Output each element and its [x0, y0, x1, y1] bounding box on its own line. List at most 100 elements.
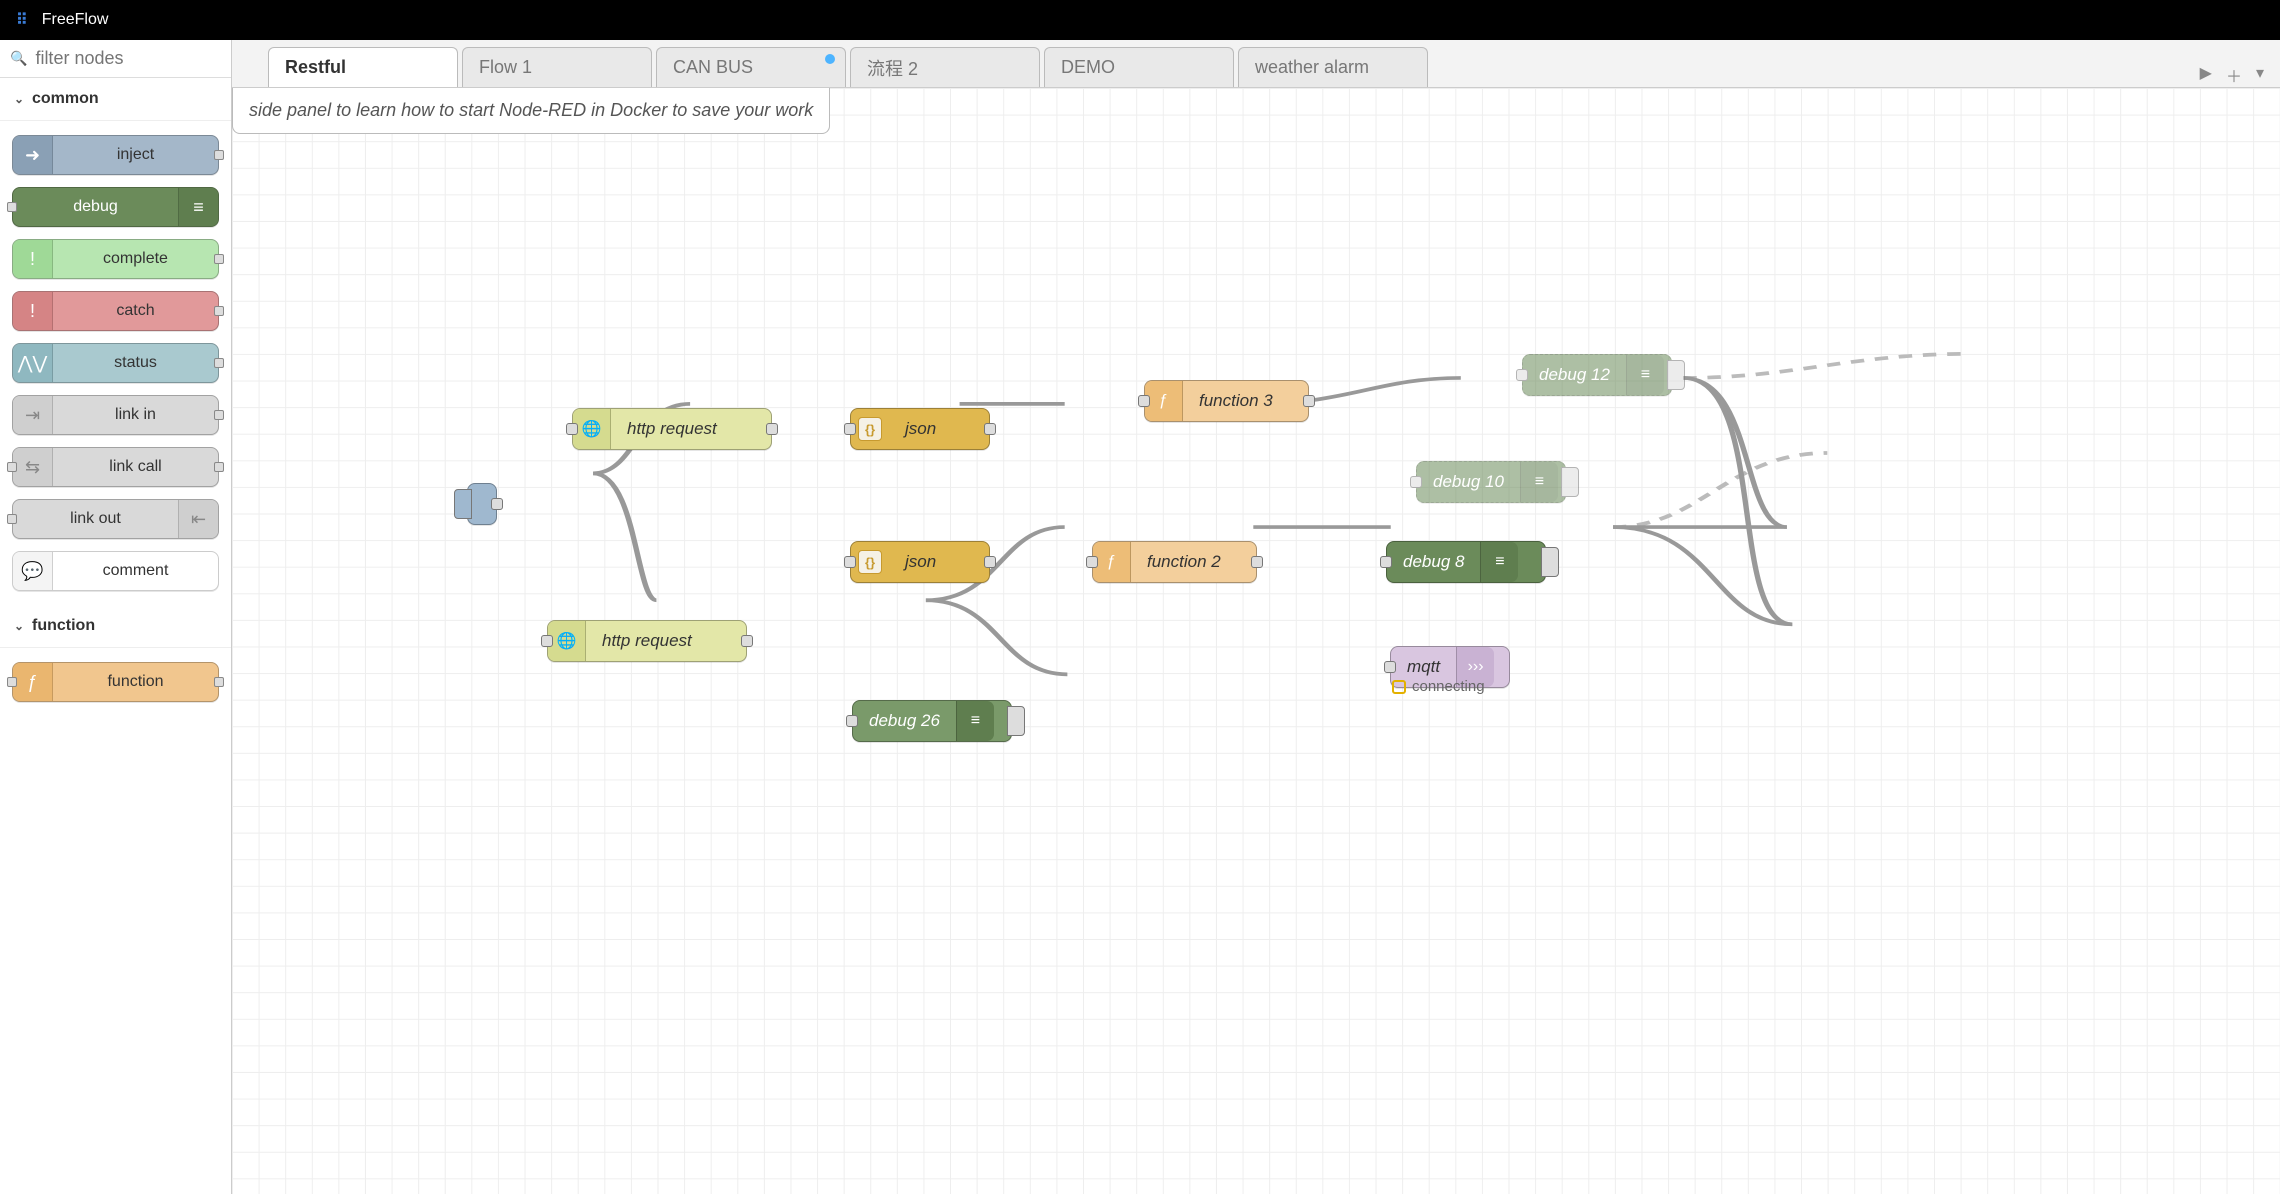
- palette-node-link-call[interactable]: ⇆link call: [12, 447, 219, 487]
- globe-icon: 🌐: [548, 621, 586, 661]
- mqtt-status-text: connecting: [1412, 678, 1485, 695]
- palette-category-common[interactable]: ⌄ common: [0, 78, 231, 121]
- palette-node-catch[interactable]: !catch: [12, 291, 219, 331]
- app-title: FreeFlow: [42, 11, 109, 29]
- flow-node-json2[interactable]: {}json: [850, 541, 990, 583]
- port-in[interactable]: [1086, 556, 1098, 568]
- port-out: [214, 150, 224, 160]
- port-out[interactable]: [984, 556, 996, 568]
- palette-node-complete[interactable]: !complete: [12, 239, 219, 279]
- flow-node-debug26[interactable]: debug 26≡: [852, 700, 1012, 742]
- tab-menu-button[interactable]: ▾: [2256, 63, 2264, 87]
- flow-node-json1[interactable]: {}json: [850, 408, 990, 450]
- port-out[interactable]: [1303, 395, 1315, 407]
- flow-list-button[interactable]: ▶: [2200, 63, 2212, 87]
- port-out[interactable]: [741, 635, 753, 647]
- flow-canvas[interactable]: side panel to learn how to start Node-RE…: [232, 88, 2280, 1194]
- port-out[interactable]: [766, 423, 778, 435]
- palette-node-label: comment: [53, 562, 218, 580]
- debug-toggle-button[interactable]: [1561, 467, 1579, 497]
- tab-weather-alarm[interactable]: weather alarm: [1238, 47, 1428, 87]
- flow-node-label: function 2: [1131, 552, 1237, 572]
- tab-Restful[interactable]: Restful: [268, 47, 458, 87]
- palette-category-function[interactable]: ⌄ function: [0, 605, 231, 648]
- flow-node-http1[interactable]: 🌐http request: [572, 408, 772, 450]
- port-out[interactable]: [984, 423, 996, 435]
- dirty-dot-icon: [825, 54, 835, 64]
- palette-filter-input[interactable]: [35, 48, 221, 69]
- function-f-icon: ƒ: [1145, 381, 1183, 421]
- port-out[interactable]: [1251, 556, 1263, 568]
- port-in[interactable]: [1384, 661, 1396, 673]
- tab-label: Flow 1: [479, 57, 532, 78]
- tab-label: Restful: [285, 57, 346, 78]
- tab-Flow-1[interactable]: Flow 1: [462, 47, 652, 87]
- canvas-tip-text: side panel to learn how to start Node-RE…: [249, 100, 813, 120]
- port-in[interactable]: [844, 423, 856, 435]
- palette-node-label: debug: [13, 198, 178, 216]
- flow-node-http2[interactable]: 🌐http request: [547, 620, 747, 662]
- palette-node-label: catch: [53, 302, 218, 320]
- add-tab-button[interactable]: ＋: [2226, 63, 2242, 87]
- exclaim-icon: !: [13, 240, 53, 278]
- port-in[interactable]: [1380, 556, 1392, 568]
- function-f-icon: ƒ: [1093, 542, 1131, 582]
- flow-node-label: http request: [586, 631, 708, 651]
- flow-node-debug12[interactable]: debug 12≡: [1522, 354, 1672, 396]
- tab-DEMO[interactable]: DEMO: [1044, 47, 1234, 87]
- debug-toggle-button[interactable]: [1541, 547, 1559, 577]
- tab-CAN-BUS[interactable]: CAN BUS: [656, 47, 846, 87]
- debug-toggle-button[interactable]: [1007, 706, 1025, 736]
- inject-trigger-button[interactable]: [454, 489, 472, 519]
- flow-node-label: mqtt: [1391, 657, 1456, 677]
- inject-icon: ➜: [13, 136, 53, 174]
- palette-node-link-out[interactable]: link out⇤: [12, 499, 219, 539]
- flow-node-label: debug 10: [1417, 472, 1520, 492]
- flow-node-label: json: [889, 419, 952, 439]
- port-in[interactable]: [1516, 369, 1528, 381]
- palette-node-function[interactable]: ƒfunction: [12, 662, 219, 702]
- flow-node-label: function 3: [1183, 391, 1289, 411]
- debug-toggle-button[interactable]: [1667, 360, 1685, 390]
- link-call-icon: ⇆: [13, 448, 53, 486]
- main-row: 🔍 ⌄ common➜injectdebug≡!complete!catch⋀⋁…: [0, 40, 2280, 1194]
- tab-label: weather alarm: [1255, 57, 1369, 78]
- flow-node-label: debug 12: [1523, 365, 1626, 385]
- flow-node-inject[interactable]: [467, 483, 497, 525]
- palette-node-status[interactable]: ⋀⋁status: [12, 343, 219, 383]
- flow-node-func2[interactable]: ƒfunction 2: [1092, 541, 1257, 583]
- palette-node-comment[interactable]: 💬comment: [12, 551, 219, 591]
- palette-node-label: function: [53, 673, 218, 691]
- flow-node-debug10[interactable]: debug 10≡: [1416, 461, 1566, 503]
- palette-node-label: link in: [53, 406, 218, 424]
- port-in: [7, 202, 17, 212]
- port-out: [214, 410, 224, 420]
- port-out: [214, 677, 224, 687]
- debug-bars-icon: ≡: [1626, 355, 1664, 395]
- port-out[interactable]: [491, 498, 503, 510]
- port-in[interactable]: [846, 715, 858, 727]
- flow-node-debug8[interactable]: debug 8≡: [1386, 541, 1546, 583]
- category-label: common: [32, 90, 99, 108]
- port-in[interactable]: [566, 423, 578, 435]
- tab-流程-2[interactable]: 流程 2: [850, 47, 1040, 87]
- palette-node-label: link out: [13, 510, 178, 528]
- palette-node-link-in[interactable]: ⇥link in: [12, 395, 219, 435]
- tab-actions: ▶ ＋ ▾: [2200, 63, 2274, 87]
- port-out: [214, 306, 224, 316]
- canvas-tip: side panel to learn how to start Node-RE…: [232, 88, 830, 134]
- debug-bars-icon: ≡: [956, 701, 994, 741]
- tab-label: 流程 2: [867, 55, 918, 81]
- palette-node-inject[interactable]: ➜inject: [12, 135, 219, 175]
- flow-node-label: http request: [611, 419, 733, 439]
- flow-node-func3[interactable]: ƒfunction 3: [1144, 380, 1309, 422]
- port-in[interactable]: [1138, 395, 1150, 407]
- palette-node-debug[interactable]: debug≡: [12, 187, 219, 227]
- port-in[interactable]: [541, 635, 553, 647]
- flow-node-label: debug 26: [853, 711, 956, 731]
- port-in[interactable]: [844, 556, 856, 568]
- node-palette: 🔍 ⌄ common➜injectdebug≡!complete!catch⋀⋁…: [0, 40, 232, 1194]
- port-in[interactable]: [1410, 476, 1422, 488]
- debug-bars-icon: ≡: [1480, 542, 1518, 582]
- chevron-down-icon: ⌄: [14, 92, 24, 106]
